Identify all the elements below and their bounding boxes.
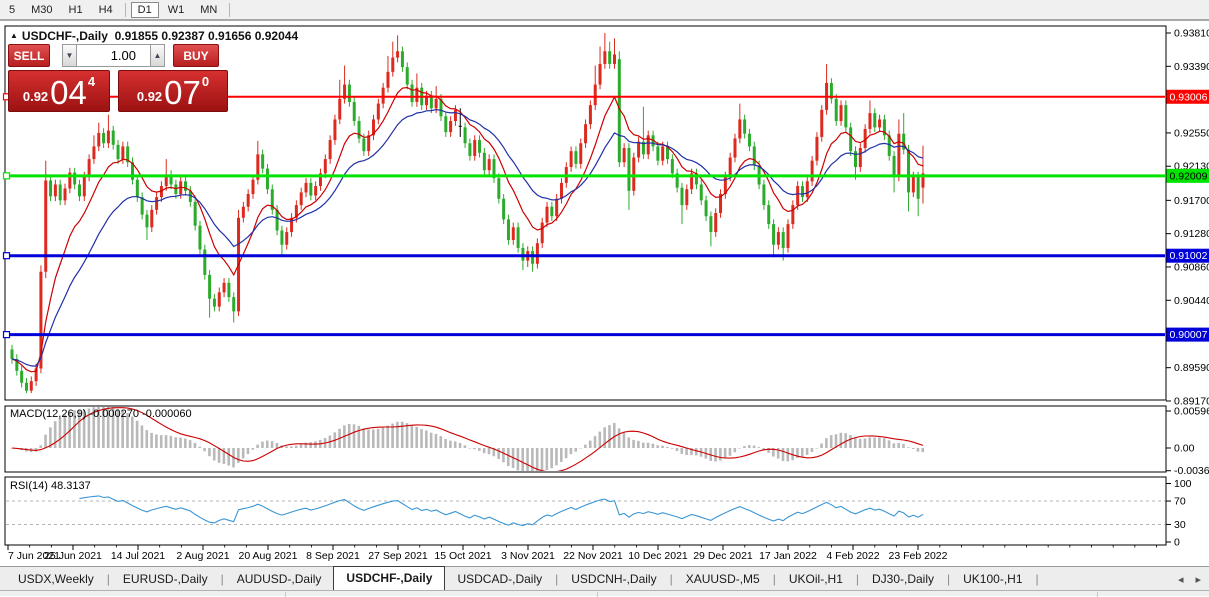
spinner-up-icon: ▲ — [154, 51, 162, 60]
time-axis-label: 27 Sep 2021 — [368, 550, 428, 562]
rsi-label: RSI(14) 48.3137 — [10, 480, 91, 492]
macd-axis-label: 0.00 — [1174, 443, 1195, 455]
buy-price-sup: 0 — [202, 74, 209, 89]
level-price-tag-label: 0.93006 — [1170, 91, 1208, 103]
timeframe-button-W1[interactable]: W1 — [161, 2, 192, 18]
time-axis-label: 2 Aug 2021 — [176, 550, 229, 562]
level-price-tag-label: 0.90007 — [1170, 329, 1208, 341]
level-line-handle[interactable] — [4, 332, 10, 338]
time-axis-label: 14 Jul 2021 — [111, 550, 165, 562]
tab-scroll-right-icon[interactable]: ▸ — [1195, 574, 1201, 586]
time-axis-label: 29 Dec 2021 — [693, 550, 753, 562]
tab-separator: | — [947, 572, 950, 586]
status-strip — [0, 590, 1209, 596]
chart-symbol-label: USDCHF-,Daily — [22, 29, 108, 43]
sell-price-box[interactable]: 0.92044 — [8, 70, 110, 112]
chart-tabs-bar: USDX,Weekly|EURUSD-,Daily|AUDUSD-,DailyU… — [0, 566, 1209, 590]
level-price-tag-label: 0.92009 — [1170, 170, 1208, 182]
tab-separator: | — [1036, 572, 1039, 586]
volume-input[interactable]: 1.00 — [76, 44, 151, 67]
sell-price-sup: 4 — [88, 74, 95, 89]
spinner-down-icon: ▼ — [66, 51, 74, 60]
timeframe-button-M30[interactable]: M30 — [24, 2, 59, 18]
chart-tab-eurusd-daily[interactable]: EURUSD-,Daily — [111, 569, 220, 590]
price-axis-label: 0.93810 — [1174, 28, 1209, 40]
chart-tab-usdx-weekly[interactable]: USDX,Weekly — [6, 569, 106, 590]
price-axis-label: 0.92550 — [1174, 127, 1209, 139]
toolbar-separator — [229, 3, 230, 17]
time-axis-label: 17 Jan 2022 — [759, 550, 817, 562]
rsi-panel-frame — [5, 477, 1166, 545]
timeframe-button-5[interactable]: 5 — [2, 2, 22, 18]
price-axis-label: 0.90860 — [1174, 261, 1209, 273]
volume-increase-button[interactable]: ▲ — [150, 44, 165, 67]
chart-tab-dj30-daily[interactable]: DJ30-,Daily — [860, 569, 946, 590]
macd-label: MACD(12,26,9) -0.000270 -0.000060 — [10, 408, 192, 420]
buy-price-box[interactable]: 0.92070 — [118, 70, 228, 112]
price-axis-label: 0.91700 — [1174, 195, 1209, 207]
time-axis-label: 4 Feb 2022 — [826, 550, 879, 562]
tab-scroll-left-icon[interactable]: ◂ — [1178, 574, 1184, 586]
level-price-tag-label: 0.91002 — [1170, 250, 1208, 262]
tab-separator: | — [856, 572, 859, 586]
price-axis-label: 0.91280 — [1174, 228, 1209, 240]
tab-separator: | — [773, 572, 776, 586]
chart-title: ▲ USDCHF-,Daily 0.91855 0.92387 0.91656 0… — [10, 29, 298, 43]
macd-axis-label: 0.005963 — [1174, 406, 1209, 418]
chart-tab-usdcad-daily[interactable]: USDCAD-,Daily — [445, 569, 554, 590]
sell-button[interactable]: SELL — [8, 44, 50, 67]
chart-tab-usdcnh-daily[interactable]: USDCNH-,Daily — [559, 569, 668, 590]
tab-separator: | — [555, 572, 558, 586]
time-axis-label: 8 Sep 2021 — [306, 550, 360, 562]
level-line-handle[interactable] — [4, 173, 10, 179]
time-axis-label: 23 Feb 2022 — [889, 550, 948, 562]
time-axis-label: 3 Nov 2021 — [501, 550, 555, 562]
timeframe-button-H1[interactable]: H1 — [62, 2, 90, 18]
one-click-trading-panel: SELL ▼ 1.00 ▲ BUY 0.92044 0.92070 — [8, 44, 230, 112]
rsi-axis-label: 70 — [1174, 496, 1186, 508]
rsi-axis-label: 30 — [1174, 519, 1186, 531]
timeframe-button-MN[interactable]: MN — [193, 2, 224, 18]
tab-separator: | — [221, 572, 224, 586]
buy-price-small: 0.92 — [137, 89, 162, 104]
rsi-axis-label: 0 — [1174, 537, 1180, 549]
price-axis-label: 0.89590 — [1174, 362, 1209, 374]
time-axis-label: 25 Jun 2021 — [44, 550, 102, 562]
sell-price-small: 0.92 — [23, 89, 48, 104]
level-line-handle[interactable] — [4, 253, 10, 259]
collapse-arrow-icon[interactable]: ▲ — [10, 31, 18, 40]
chart-tab-uk100-h1[interactable]: UK100-,H1 — [951, 569, 1034, 590]
chart-tab-usdchf-daily[interactable]: USDCHF-,Daily — [333, 566, 445, 590]
time-axis-label: 15 Oct 2021 — [434, 550, 491, 562]
time-axis-label: 22 Nov 2021 — [563, 550, 623, 562]
sell-price-big: 04 — [50, 77, 87, 108]
tab-separator: | — [107, 572, 110, 586]
chart-ohlc-values: 0.91855 0.92387 0.91656 0.92044 — [115, 29, 299, 43]
price-axis-label: 0.90440 — [1174, 295, 1209, 307]
macd-axis-label: -0.003664 — [1174, 465, 1209, 477]
price-axis-label: 0.93390 — [1174, 61, 1209, 73]
volume-decrease-button[interactable]: ▼ — [62, 44, 77, 67]
buy-button[interactable]: BUY — [173, 44, 219, 67]
chart-tab-xauusd-m5[interactable]: XAUUSD-,M5 — [674, 569, 772, 590]
rsi-axis-label: 100 — [1174, 478, 1192, 490]
buy-price-big: 07 — [164, 77, 201, 108]
time-axis-label: 20 Aug 2021 — [239, 550, 298, 562]
chart-tab-ukoil-h1[interactable]: UKOil-,H1 — [777, 569, 855, 590]
timeframe-button-H4[interactable]: H4 — [92, 2, 120, 18]
toolbar-separator — [125, 3, 126, 17]
timeframe-button-D1[interactable]: D1 — [131, 2, 159, 18]
chart-tab-audusd-daily[interactable]: AUDUSD-,Daily — [225, 569, 334, 590]
timeframe-toolbar: 5M30H1H4 D1W1MN — [0, 0, 1209, 21]
time-axis-label: 10 Dec 2021 — [628, 550, 688, 562]
tab-scroll-controls: ◂▸ — [1166, 573, 1201, 586]
tab-separator: | — [670, 572, 673, 586]
